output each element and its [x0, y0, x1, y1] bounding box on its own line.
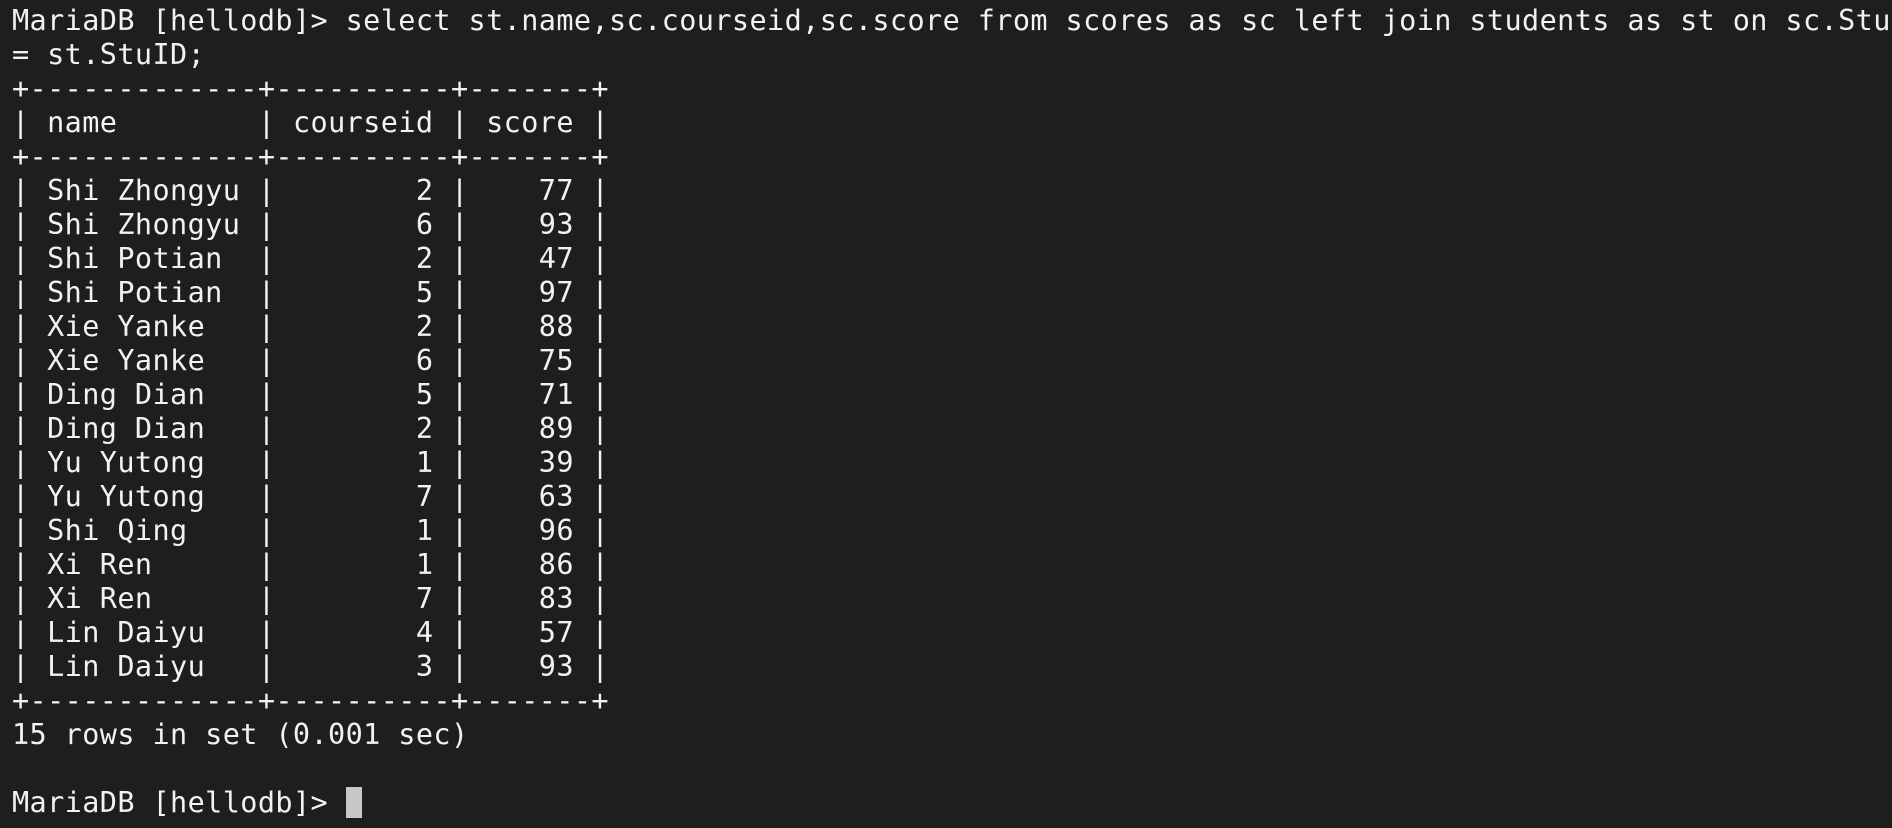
table-cell: Shi Zhongyu: [47, 174, 241, 207]
prompt: MariaDB [hellodb]>: [12, 4, 346, 37]
prompt: MariaDB [hellodb]>: [12, 786, 346, 819]
table-row: | Xie Yanke | 6 | 75 |: [12, 344, 610, 377]
table-row: | Yu Yutong | 1 | 39 |: [12, 446, 610, 479]
table-cell: Xi Ren: [47, 548, 241, 581]
table-row: | Shi Zhongyu | 6 | 93 |: [12, 208, 610, 241]
table-cell: 2: [292, 412, 434, 445]
table-cell: 1: [292, 548, 434, 581]
table-cell: 93: [486, 650, 574, 683]
result-summary: 15 rows in set (0.001 sec): [12, 718, 469, 751]
table-cell: Xie Yanke: [47, 310, 241, 343]
table-cell: 89: [486, 412, 574, 445]
table-cell: 4: [292, 616, 434, 649]
table-cell: 47: [486, 242, 574, 275]
table-cell: 1: [292, 446, 434, 479]
column-header: score: [486, 106, 574, 139]
table-cell: 7: [292, 582, 434, 615]
table-cell: 75: [486, 344, 574, 377]
table-row: | Shi Qing | 1 | 96 |: [12, 514, 610, 547]
table-cell: 96: [486, 514, 574, 547]
table-row: | Xie Yanke | 2 | 88 |: [12, 310, 610, 343]
text-cursor: [345, 787, 362, 818]
table-cell: 86: [486, 548, 574, 581]
table-cell: 63: [486, 480, 574, 513]
table-row: | Ding Dian | 5 | 71 |: [12, 378, 610, 411]
table-row: | Xi Ren | 1 | 86 |: [12, 548, 610, 581]
table-row: | Xi Ren | 7 | 83 |: [12, 582, 610, 615]
terminal-window[interactable]: MariaDB [hellodb]> select st.name,sc.cou…: [12, 4, 1892, 820]
table-row: | Shi Zhongyu | 2 | 77 |: [12, 174, 610, 207]
result-table: +-------------+----------+-------+ | name…: [12, 72, 1888, 718]
table-border: +-------------+----------+-------+: [12, 140, 609, 173]
table-row: | Ding Dian | 2 | 89 |: [12, 412, 610, 445]
table-cell: 2: [292, 242, 434, 275]
table-cell: Shi Zhongyu: [47, 208, 241, 241]
table-cell: Lin Daiyu: [47, 650, 241, 683]
table-cell: 5: [292, 276, 434, 309]
table-border: +-------------+----------+-------+: [12, 72, 609, 105]
table-cell: Shi Potian: [47, 276, 241, 309]
table-cell: 6: [292, 344, 434, 377]
table-cell: 6: [292, 208, 434, 241]
table-cell: Xie Yanke: [47, 344, 241, 377]
table-cell: Shi Qing: [47, 514, 241, 547]
table-cell: 2: [292, 310, 434, 343]
table-cell: 77: [486, 174, 574, 207]
table-cell: Yu Yutong: [47, 480, 241, 513]
table-cell: Ding Dian: [47, 378, 241, 411]
command-line: MariaDB [hellodb]> select st.name,sc.cou…: [12, 4, 1892, 38]
table-cell: 97: [486, 276, 574, 309]
table-cell: Ding Dian: [47, 412, 241, 445]
command-text: select st.name,sc.courseid,sc.score from…: [345, 4, 1892, 37]
column-header: name: [47, 106, 241, 139]
command-line-continued: = st.StuID;: [12, 38, 206, 71]
table-cell: 3: [292, 650, 434, 683]
table-row: | Shi Potian | 5 | 97 |: [12, 276, 610, 309]
table-cell: 39: [486, 446, 574, 479]
table-cell: 83: [486, 582, 574, 615]
table-cell: Yu Yutong: [47, 446, 241, 479]
input-line[interactable]: MariaDB [hellodb]>: [12, 786, 1888, 820]
table-row: | Shi Potian | 2 | 47 |: [12, 242, 610, 275]
table-cell: 93: [486, 208, 574, 241]
column-header: courseid: [292, 106, 434, 139]
table-cell: 5: [292, 378, 434, 411]
table-cell: 71: [486, 378, 574, 411]
table-cell: 2: [292, 174, 434, 207]
table-cell: Shi Potian: [47, 242, 241, 275]
table-cell: 1: [292, 514, 434, 547]
table-cell: Lin Daiyu: [47, 616, 241, 649]
table-row: | Lin Daiyu | 3 | 93 |: [12, 650, 610, 683]
table-cell: 7: [292, 480, 434, 513]
table-cell: Xi Ren: [47, 582, 241, 615]
table-cell: 88: [486, 310, 574, 343]
table-cell: 57: [486, 616, 574, 649]
table-row: | Yu Yutong | 7 | 63 |: [12, 480, 610, 513]
table-border: +-------------+----------+-------+: [12, 684, 609, 717]
table-row: | Lin Daiyu | 4 | 57 |: [12, 616, 610, 649]
table-header: | name | courseid | score |: [12, 106, 610, 139]
